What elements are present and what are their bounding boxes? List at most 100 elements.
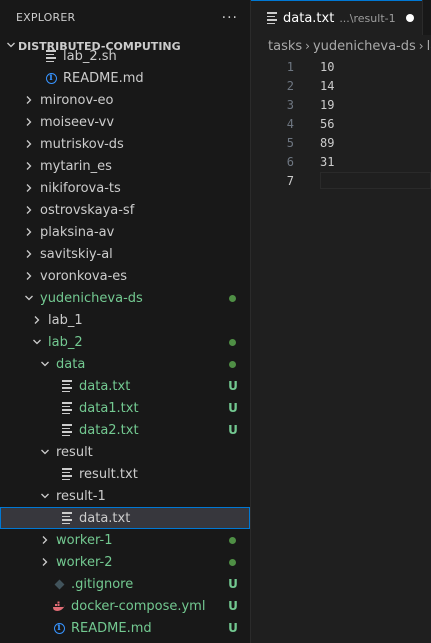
tree-file-row[interactable]: data.txt [0,507,250,529]
line-number: 1 [286,59,294,74]
more-actions-icon[interactable]: ··· [222,10,238,26]
file-lines-icon [60,402,74,414]
code-line[interactable]: 1 10 [251,57,431,76]
chevron-right-icon: › [418,39,424,53]
tree-file-row[interactable]: i README.md [0,67,250,89]
info-icon: i [52,622,66,634]
git-untracked-badge: U [228,379,238,393]
tree-item-label: yudenicheva-ds [40,290,143,306]
tree-folder-row[interactable]: ostrovskaya-sf [0,199,250,221]
breadcrumb-item[interactable]: tasks [268,39,302,54]
tab-next-partial[interactable] [421,0,431,35]
git-untracked-badge: U [228,401,238,415]
tree-file-row[interactable]: result.txt [0,463,250,485]
tree-file-row[interactable]: lab_2.sh [0,45,250,67]
git-untracked-badge: U [228,577,238,591]
tree-item-label: result.txt [79,466,138,482]
chevron-right-icon[interactable] [22,155,36,177]
git-diamond-icon [52,579,66,590]
file-lines-icon [60,468,74,480]
breadcrumb-item[interactable]: yudenicheva-ds [313,39,416,54]
unsaved-dot-icon[interactable] [405,14,414,22]
tab-title: data.txt [283,10,335,26]
vscode-window: EXPLORER ··· DISTRIBUTED-COMPUTING lab_2… [0,0,431,643]
chevron-down-icon[interactable] [30,331,44,353]
chevron-right-icon[interactable] [22,243,36,265]
tree-file-row[interactable]: data2.txt U [0,419,250,441]
tree-item-label: data1.txt [79,400,139,416]
chevron-down-icon[interactable] [38,485,52,507]
tree-folder-row[interactable]: result-1 [0,485,250,507]
tree-folder-row[interactable]: voronkova-es [0,265,250,287]
code-line[interactable]: 3 19 [251,95,431,114]
tree-file-row[interactable]: data1.txt U [0,397,250,419]
tree-item-label: worker-2 [56,554,113,570]
tree-item-label: mutriskov-ds [40,136,124,152]
chevron-right-icon[interactable] [22,111,36,133]
tree-folder-row[interactable]: plaksina-av [0,221,250,243]
tree-item-label: mironov-eo [40,92,114,108]
tree-folder-row[interactable]: worker-2 [0,551,250,573]
code-line-current[interactable]: 7 [251,171,431,190]
tree-file-row[interactable]: .gitignore U [0,573,250,595]
chevron-right-icon[interactable] [22,221,36,243]
line-text[interactable]: 19 [320,98,334,112]
file-lines-icon [60,380,74,392]
tree-folder-row[interactable]: moiseev-vv [0,111,250,133]
tree-folder-row[interactable]: lab_1 [0,309,250,331]
tree-folder-row[interactable]: mironov-eo [0,89,250,111]
tree-folder-row[interactable]: savitskiy-al [0,243,250,265]
tree-item-label: result-1 [56,488,106,504]
explorer-header: EXPLORER ··· [0,0,250,35]
tab-data-txt[interactable]: data.txt ...\result-1 [251,0,422,35]
tree-folder-row[interactable]: yudenicheva-ds [0,287,250,309]
chevron-down-icon[interactable] [38,441,52,463]
tree-folder-row[interactable]: worker-1 [0,529,250,551]
code-area[interactable]: 1 10 2 14 3 19 4 56 5 89 6 31 7 [251,57,431,190]
tree-folder-row[interactable]: lab_2 [0,331,250,353]
breadcrumb-item[interactable]: lab [427,39,431,54]
file-lines-icon [60,512,74,524]
explorer-title: EXPLORER [16,11,76,24]
code-line[interactable]: 2 14 [251,76,431,95]
code-line[interactable]: 4 56 [251,114,431,133]
tree-file-row[interactable]: data.txt U [0,375,250,397]
chevron-right-icon: › [305,39,310,53]
tree-item-label: .gitignore [71,576,134,592]
tree-file-row[interactable]: docker-compose.yml U [0,595,250,617]
chevron-down-icon[interactable] [38,353,52,375]
line-text[interactable]: 89 [320,136,334,150]
tree-item-label: lab_2.sh [63,48,117,64]
chevron-right-icon[interactable] [22,265,36,287]
tree-item-label: voronkova-es [40,268,128,284]
tree-item-label: plaksina-av [40,224,115,240]
chevron-right-icon[interactable] [22,177,36,199]
chevron-right-icon[interactable] [22,89,36,111]
code-line[interactable]: 6 31 [251,152,431,171]
chevron-right-icon[interactable] [38,551,52,573]
file-lines-icon [60,424,74,436]
line-text[interactable]: 31 [320,155,334,169]
code-line[interactable]: 5 89 [251,133,431,152]
tree-folder-row[interactable]: mytarin_es [0,155,250,177]
chevron-right-icon[interactable] [30,309,44,331]
tree-file-row[interactable]: i README.md U [0,617,250,639]
line-text[interactable]: 10 [320,60,334,74]
chevron-down-icon[interactable] [22,287,36,309]
line-text[interactable] [320,172,431,189]
chevron-right-icon[interactable] [22,133,36,155]
chevron-right-icon[interactable] [22,199,36,221]
tree-folder-row[interactable]: data [0,353,250,375]
tree-item-label: data2.txt [79,422,139,438]
tree-folder-row[interactable]: result [0,441,250,463]
tree-item-label: lab_1 [48,312,83,328]
tree-folder-row[interactable]: mutriskov-ds [0,133,250,155]
line-text[interactable]: 14 [320,79,334,93]
editor-group: data.txt ...\result-1 tasks › yudenichev… [251,0,431,643]
line-text[interactable]: 56 [320,117,334,131]
tree-item-label: result [56,444,93,460]
tab-bar: data.txt ...\result-1 [251,0,431,35]
chevron-right-icon[interactable] [38,529,52,551]
docker-icon [52,601,66,612]
tree-folder-row[interactable]: nikiforova-ts [0,177,250,199]
